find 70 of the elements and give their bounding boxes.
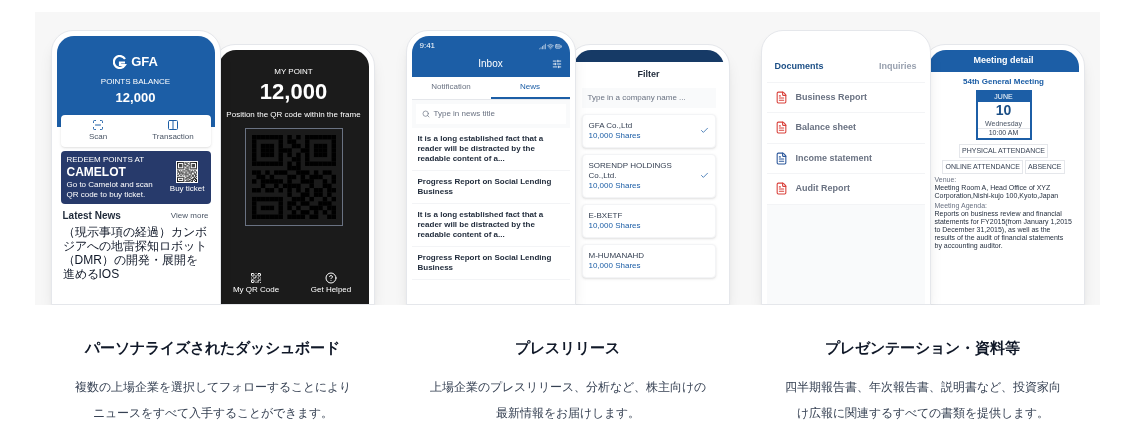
qr-code-icon <box>177 161 198 182</box>
company-name: E-BXETF <box>588 210 624 221</box>
check-icon <box>699 171 709 180</box>
tab[interactable]: Documents <box>774 60 824 74</box>
search-field[interactable]: Type in news title <box>415 104 566 124</box>
screen-title: Filter <box>636 68 661 81</box>
scan-hint: Position the QR code within the frame <box>225 109 362 120</box>
feature-description: 複数の上場企業を選択してフォローすることによりニュースをすべて入手することができます。 <box>73 378 352 422</box>
check-icon <box>699 126 709 135</box>
company-card[interactable]: M-HUMANAHD 10,000 Shares <box>581 243 716 278</box>
company-name: SORENDP HOLDINGS Co.,Ltd. <box>588 160 673 181</box>
balance-value: 12,000 <box>114 88 157 107</box>
banner-text: Go to Camelot and scan QR code to buy ticket. <box>66 180 154 200</box>
company-search-field[interactable]: Type in a company name ... <box>581 87 716 108</box>
pdf-file-icon <box>774 182 788 196</box>
document-row[interactable]: Income statement <box>766 142 925 173</box>
news-item[interactable]: Progress Report on Social Lending Business <box>411 171 570 204</box>
action-button[interactable]: Transaction <box>135 119 211 143</box>
qr-icon <box>250 272 262 284</box>
news-heading: Latest News <box>62 209 121 223</box>
screen-title: Meeting detail <box>928 50 1079 72</box>
feature-title: プレゼンテーション・資料等 <box>825 338 1020 359</box>
filter-icon[interactable] <box>551 58 562 69</box>
document-row[interactable]: Audit Report <box>766 173 925 204</box>
balance-label: POINTS BALANCE <box>99 75 172 88</box>
news-item[interactable]: Progress Report on Social Lending Business <box>411 247 570 280</box>
news-item[interactable]: It is a long established fact that a reader will be distracted by the readable content of a... <box>411 128 570 171</box>
banner-kicker: REDEEM POINTS AT <box>66 155 146 165</box>
tab[interactable]: Notification <box>411 77 491 99</box>
share-count: 10,000 Shares <box>588 220 642 231</box>
news-item[interactable]: It is a long established fact that a reader will be distracted by the readable content of a... <box>411 204 570 247</box>
share-count: 10,000 Shares <box>588 180 642 191</box>
document-row[interactable]: Balance sheet <box>766 112 925 143</box>
feature-title: パーソナライズされたダッシュボード <box>85 338 340 359</box>
app-logo: GFA <box>131 53 158 71</box>
help-icon <box>325 272 337 284</box>
company-card[interactable]: E-BXETF 10,000 Shares <box>581 203 716 238</box>
battery-icon <box>554 42 562 50</box>
points-label: MY POINT <box>274 66 313 78</box>
feature-description: 上場企業のプレスリリース、分析など、株主向けの最新情報をお届けします。 <box>428 378 707 422</box>
scan-icon <box>92 119 104 131</box>
view-more-link[interactable]: View more <box>170 209 209 222</box>
screen-title: Inbox <box>478 57 503 71</box>
points-value: 12,000 <box>259 78 328 106</box>
company-card[interactable]: GFA Co.,Ltd 10,000 Shares <box>581 113 716 148</box>
bottom-button[interactable]: Get Helped <box>293 272 369 296</box>
company-card[interactable]: SORENDP HOLDINGS Co.,Ltd. 10,000 Shares <box>581 153 716 198</box>
search-icon <box>421 110 430 118</box>
share-count: 10,000 Shares <box>588 260 642 271</box>
document-row[interactable]: Business Report <box>766 81 925 112</box>
status-time: 9:41 <box>419 40 436 52</box>
banner-button[interactable]: Buy ticket <box>169 182 205 195</box>
signal-icon <box>538 42 546 50</box>
columns-icon <box>167 119 179 131</box>
company-name: M-HUMANAHD <box>588 250 646 261</box>
word-file-icon <box>774 151 788 165</box>
feature-description: 四半期報告書、年次報告書、説明書など、投資家向け広報に関連するすべての書類を提供します。 <box>783 378 1062 422</box>
logo-icon <box>113 54 128 69</box>
bottom-button[interactable]: My QR Code <box>218 272 294 296</box>
meeting-name: 54th General Meeting <box>962 75 1045 88</box>
wifi-icon <box>546 42 554 50</box>
calendar-day: 10 <box>977 102 1030 120</box>
share-count: 10,000 Shares <box>588 130 642 141</box>
news-headline[interactable]: （現示事項の経過）カンボジアへの地雷探知ロボット（DMR）の開発・展開を進めるIOS <box>56 223 215 281</box>
company-name: GFA Co.,Ltd <box>588 120 634 131</box>
pdf-file-icon <box>774 90 788 104</box>
feature-title: プレスリリース <box>515 338 620 359</box>
action-button[interactable]: Scan <box>60 119 136 143</box>
banner-title: CAMELOT <box>66 165 127 180</box>
pdf-file-icon <box>774 121 788 135</box>
